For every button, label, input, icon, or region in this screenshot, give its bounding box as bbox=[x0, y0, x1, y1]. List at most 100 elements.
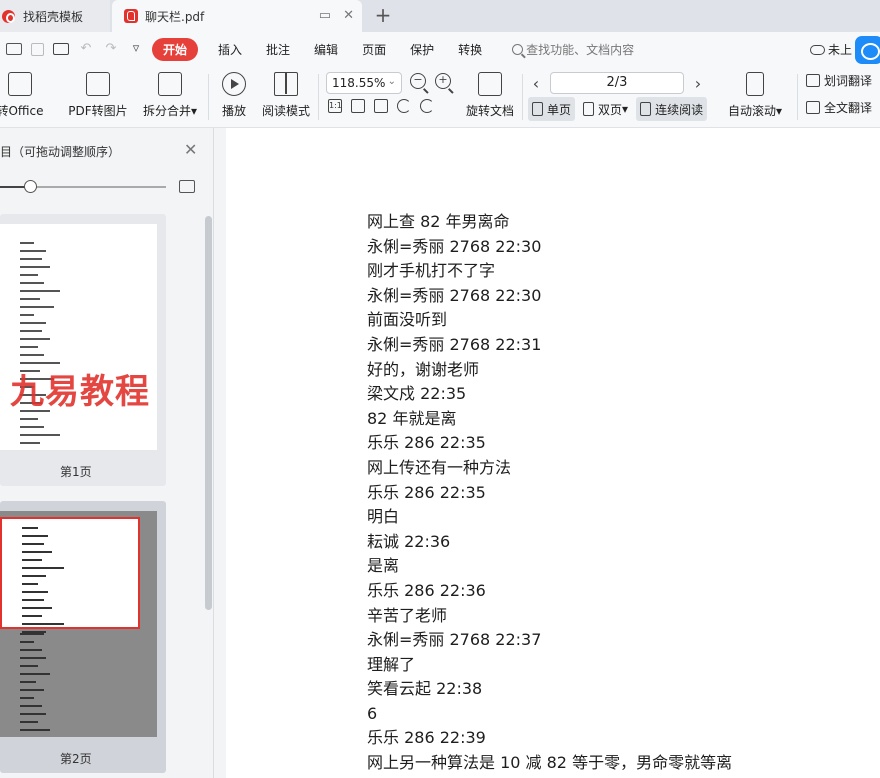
auto-scroll-label: 自动滚动▾ bbox=[728, 104, 783, 118]
image-icon[interactable] bbox=[179, 180, 195, 193]
document-line: 6 bbox=[367, 703, 378, 723]
sidebar-title: 目（可拖动调整顺序） bbox=[0, 145, 121, 159]
pdf-to-image-button[interactable]: PDF转图片 bbox=[66, 66, 130, 128]
word-translate-button[interactable]: 划词翻译 bbox=[806, 72, 872, 89]
thumbnail-page-1[interactable]: 九易教程 第1页 bbox=[0, 214, 166, 486]
document-line: 乐乐 286 22:36 bbox=[367, 580, 486, 600]
page-2-label: 第2页 bbox=[60, 752, 92, 766]
page-2-preview bbox=[0, 511, 157, 737]
sidebar-scrollbar[interactable] bbox=[205, 216, 212, 610]
thumbnail-text-line bbox=[20, 697, 34, 699]
full-translate-button[interactable]: 全文翻译 bbox=[806, 99, 872, 116]
thumbnail-text-line bbox=[20, 314, 34, 316]
split-merge-button[interactable]: 拆分合并▾ bbox=[140, 66, 200, 128]
rotate-right-icon[interactable] bbox=[420, 99, 434, 113]
pin-icon[interactable]: ▭ bbox=[319, 8, 331, 23]
thumbnail-text-line bbox=[20, 298, 40, 300]
play-button[interactable]: 播放 bbox=[218, 66, 250, 128]
thumbnail-text-line bbox=[22, 575, 46, 577]
thumbnail-text-line bbox=[20, 282, 44, 284]
assistant-app-icon[interactable] bbox=[855, 36, 880, 64]
thumbnail-text-line bbox=[20, 657, 46, 659]
zoom-in-icon[interactable]: + bbox=[435, 73, 451, 89]
auto-scroll-button[interactable]: 自动滚动▾ bbox=[728, 66, 782, 128]
cloud-status[interactable]: 未上 bbox=[810, 41, 852, 58]
document-line: 永俐=秀丽 2768 22:37 bbox=[367, 630, 542, 650]
menu-annotate[interactable]: 批注 bbox=[266, 41, 290, 58]
page-input[interactable]: 2/3 bbox=[550, 72, 684, 94]
to-office-button[interactable]: 转Office bbox=[0, 66, 46, 128]
single-page-button[interactable]: 单页 bbox=[528, 97, 576, 121]
next-page-icon[interactable]: › bbox=[692, 74, 704, 93]
double-page-button[interactable]: 双页 ▾ bbox=[579, 97, 632, 121]
print-icon[interactable] bbox=[53, 43, 69, 55]
thumbnail-text-line bbox=[22, 535, 48, 537]
toolbar: 转Office PDF转图片 拆分合并▾ 播放 阅读模式 118.55% ⌄ −… bbox=[0, 66, 880, 128]
open-folder-icon[interactable] bbox=[6, 43, 22, 55]
continuous-read-button[interactable]: 连续阅读 bbox=[636, 97, 708, 121]
close-sidebar-icon[interactable]: ✕ bbox=[184, 140, 197, 159]
thumbnail-text-line bbox=[20, 689, 44, 691]
slider-handle[interactable] bbox=[24, 180, 37, 193]
book-icon bbox=[274, 72, 298, 96]
chevron-down-icon[interactable]: ▿ bbox=[128, 42, 144, 56]
thumbnail-text-line bbox=[20, 242, 34, 244]
menu-edit[interactable]: 编辑 bbox=[314, 41, 338, 58]
double-page-icon bbox=[583, 102, 595, 116]
document-line: 网上查 82 年男离命 bbox=[367, 212, 510, 231]
search-box[interactable]: 查找功能、文档内容 bbox=[512, 41, 634, 58]
prev-page-icon[interactable]: ‹ bbox=[530, 74, 542, 93]
thumbnail-text-line bbox=[20, 721, 38, 723]
redo-icon[interactable]: ↷ bbox=[103, 42, 119, 56]
thumbnail-text-line bbox=[20, 306, 54, 308]
thumbnail-text-line bbox=[22, 583, 38, 585]
zoom-select[interactable]: 118.55% ⌄ bbox=[326, 72, 402, 94]
auto-scroll-icon bbox=[746, 72, 765, 96]
tab-template[interactable]: 找稻壳模板 bbox=[0, 0, 110, 32]
menu-bar: ↶ ↷ ▿ 开始 插入 批注 编辑 页面 保护 转换 查找功能、文档内容 bbox=[0, 32, 880, 66]
rotate-left-icon[interactable] bbox=[397, 99, 411, 113]
close-icon[interactable]: ✕ bbox=[343, 8, 354, 23]
thumbnail-text-line bbox=[22, 527, 38, 529]
separator bbox=[522, 74, 523, 120]
undo-icon[interactable]: ↶ bbox=[78, 42, 94, 56]
thumbnail-text-line bbox=[20, 729, 50, 731]
fit-width-icon[interactable] bbox=[374, 99, 388, 113]
to-office-label: 转Office bbox=[0, 104, 44, 118]
thumbnail-text-line bbox=[20, 274, 38, 276]
document-line: 82 年就是离 bbox=[367, 408, 457, 428]
thumbnail-text-line bbox=[20, 705, 42, 707]
document-line: 乐乐 286 22:35 bbox=[367, 482, 486, 502]
menu-convert[interactable]: 转换 bbox=[458, 41, 482, 58]
new-tab-button[interactable]: + bbox=[372, 4, 394, 26]
menu-insert[interactable]: 插入 bbox=[218, 41, 242, 58]
search-icon bbox=[512, 43, 524, 55]
thumbnail-text-line bbox=[20, 434, 60, 436]
fit-page-icon[interactable] bbox=[351, 99, 365, 113]
thumbnail-text-line bbox=[20, 346, 38, 348]
split-merge-icon bbox=[158, 72, 182, 96]
document-text: 网上查 82 年男离命 永俐=秀丽 2768 22:30 刚才手机打不了字 永俐=秀丽… bbox=[367, 210, 732, 776]
document-page: 网上查 82 年男离命 永俐=秀丽 2768 22:30 刚才手机打不了字 永俐=秀丽… bbox=[226, 128, 880, 778]
image-icon bbox=[86, 72, 110, 96]
menu-protect[interactable]: 保护 bbox=[410, 41, 434, 58]
thumbnail-text-line bbox=[20, 418, 38, 420]
thumbnail-text-line bbox=[20, 665, 38, 667]
menu-page[interactable]: 页面 bbox=[362, 41, 386, 58]
read-mode-button[interactable]: 阅读模式 bbox=[260, 66, 312, 128]
zoom-out-icon[interactable]: − bbox=[410, 73, 426, 89]
menu-start[interactable]: 开始 bbox=[152, 37, 199, 61]
tab-pdf[interactable]: 聊天栏.pdf ▭ ✕ bbox=[112, 0, 362, 32]
page-1-label: 第1页 bbox=[60, 465, 92, 479]
document-line: 网上另一种算法是 10 减 82 等于零，男命零就等离 bbox=[367, 753, 733, 773]
document-line: 明白 bbox=[367, 507, 400, 527]
thumbnail-text-line bbox=[22, 591, 48, 593]
rotate-doc-button[interactable]: 旋转文档 bbox=[462, 66, 518, 128]
thumbnail-page-2[interactable]: 第2页 bbox=[0, 501, 166, 773]
save-icon[interactable] bbox=[31, 42, 44, 56]
actual-size-icon[interactable]: 1:1 bbox=[328, 99, 342, 113]
document-viewport[interactable]: 网上查 82 年男离命 永俐=秀丽 2768 22:30 刚才手机打不了字 永俐=秀丽… bbox=[214, 128, 880, 778]
thumbnail-text-line bbox=[20, 330, 42, 332]
thumbnail-text-line bbox=[20, 442, 40, 444]
document-line: 梁文戍 22:35 bbox=[367, 384, 467, 404]
